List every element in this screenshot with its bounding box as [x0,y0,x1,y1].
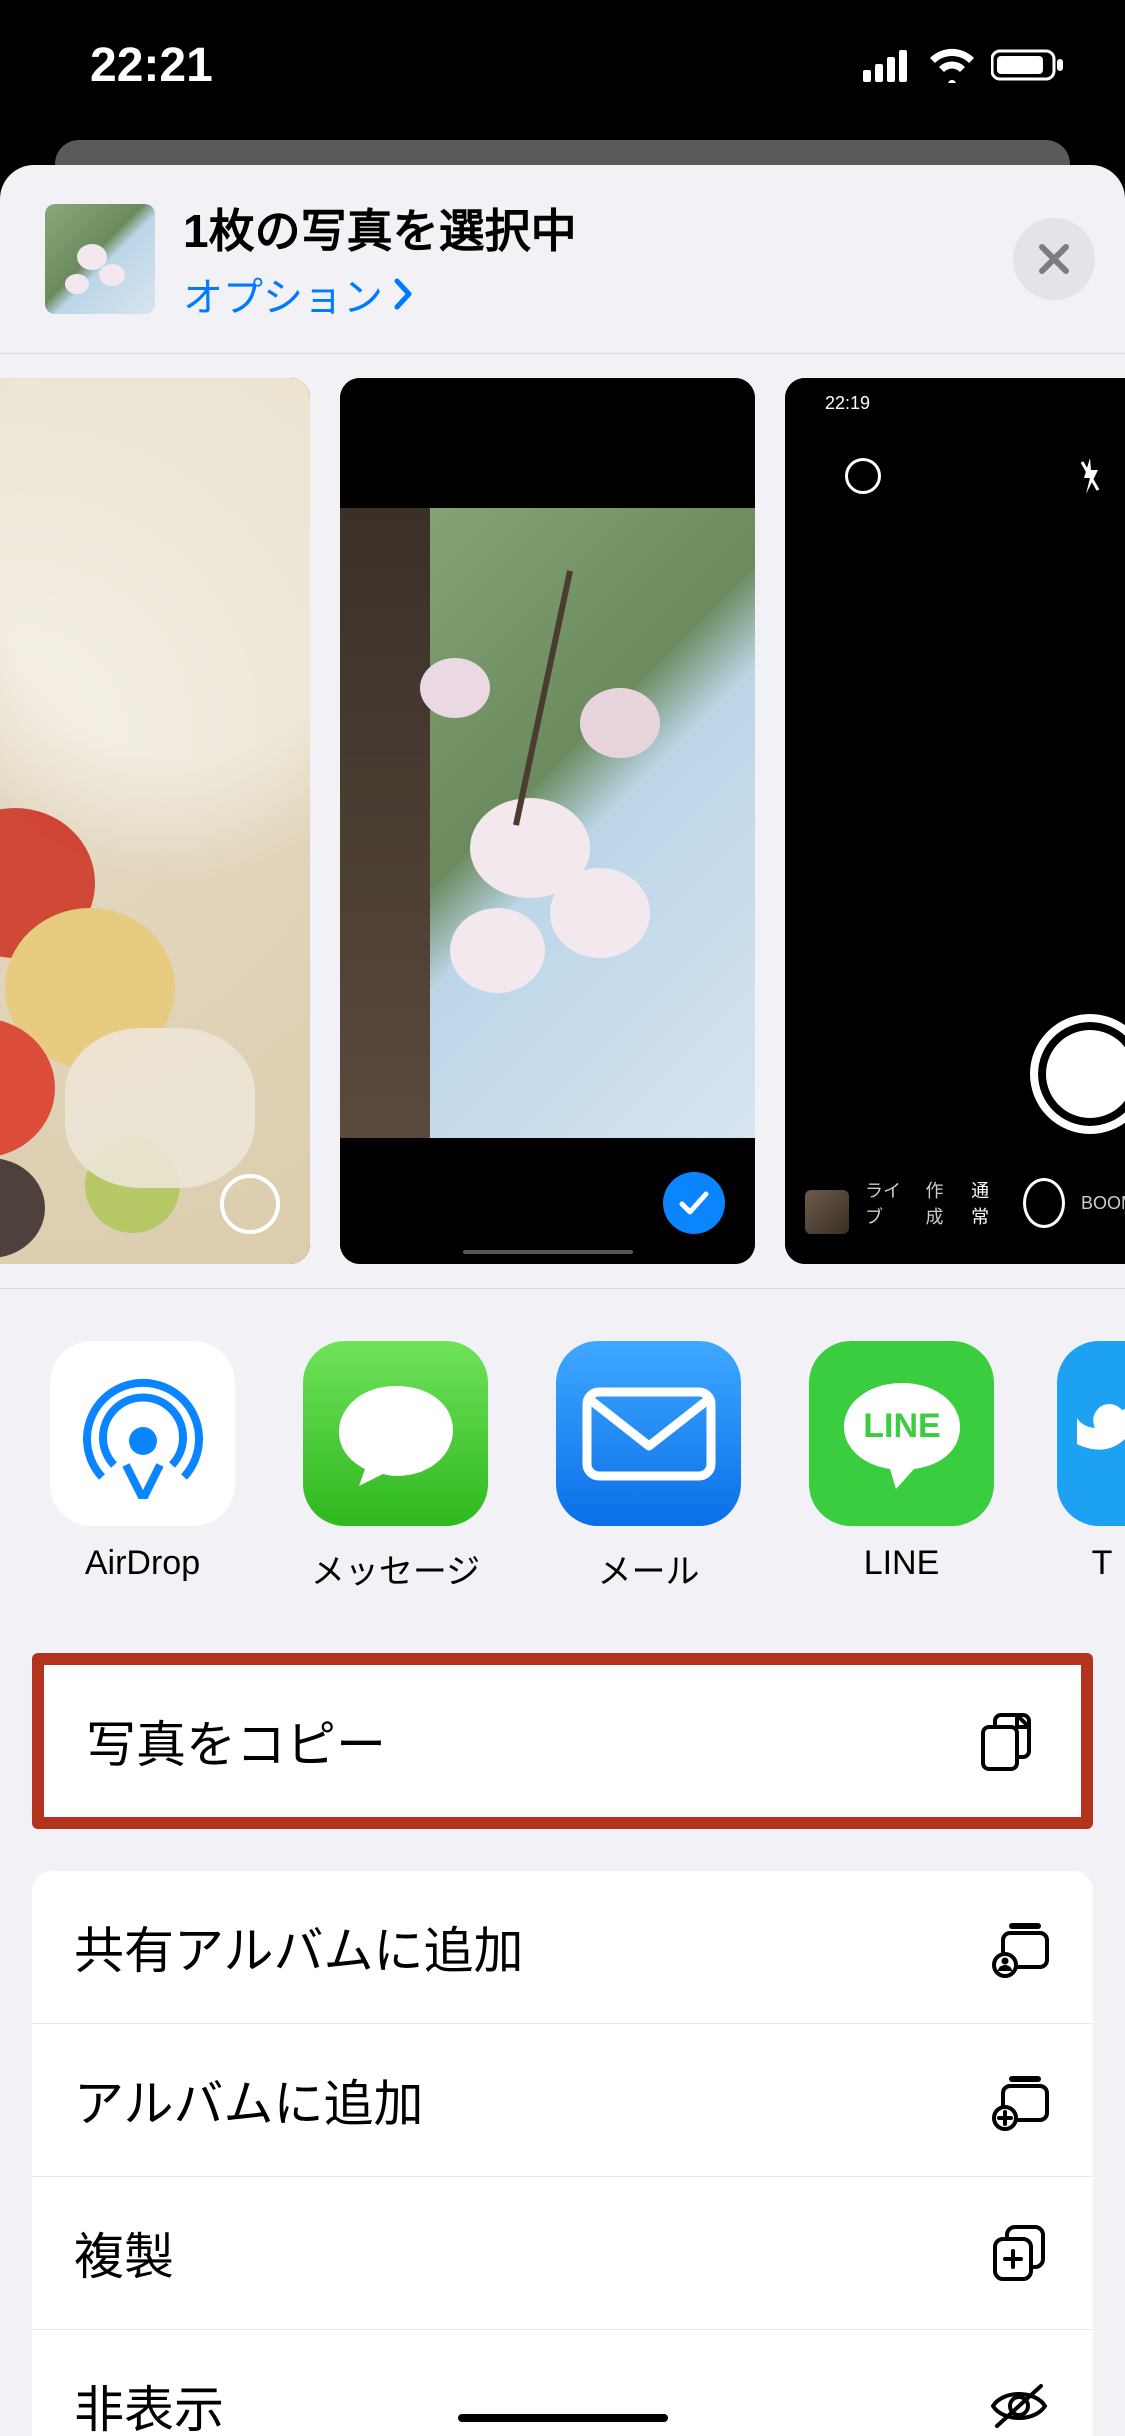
messages-icon [331,1374,461,1494]
copy-icon [975,1709,1039,1773]
action-label: 写真をコピー [86,1705,386,1777]
action-label: 共有アルバムに追加 [74,1911,524,1983]
action-label: アルバムに追加 [74,2064,424,2136]
action-add-album[interactable]: アルバムに追加 [32,2024,1093,2177]
album-add-icon [987,2068,1051,2132]
sheet-title: 1枚の写真を選択中 [183,195,1013,261]
photo-thumbnail-3[interactable]: 22:19 ライブ 作成 通常 BOOMERANG [785,378,1125,1264]
app-label: メッセージ [311,1544,480,1593]
selection-check-icon [663,1172,725,1234]
camera-gallery-icon [805,1190,849,1234]
app-label: AirDrop [85,1544,200,1583]
share-app-row[interactable]: AirDrop メッセージ メール LINE LINE [0,1289,1125,1633]
app-label: T [1092,1544,1113,1583]
gear-icon [845,458,881,494]
action-list: 共有アルバムに追加 アルバムに追加 複製 非表示 [32,1871,1093,2436]
app-line[interactable]: LINE LINE [804,1341,999,1593]
camera-preview-time: 22:19 [825,393,870,414]
close-button[interactable] [1013,218,1095,300]
app-messages[interactable]: メッセージ [298,1341,493,1593]
photo-strip[interactable]: 22:19 ライブ 作成 通常 BOOMERANG [0,354,1125,1289]
battery-icon [991,47,1065,83]
twitter-icon [1077,1374,1125,1494]
duplicate-icon [987,2221,1051,2285]
action-duplicate[interactable]: 複製 [32,2177,1093,2330]
status-bar: 22:21 [0,0,1125,130]
sheet-header: 1枚の写真を選択中 オプション [0,165,1125,354]
options-button[interactable]: オプション [183,265,1013,323]
photo-thumbnail-2[interactable] [340,378,755,1264]
svg-text:LINE: LINE [863,1407,940,1445]
status-time: 22:21 [90,38,213,93]
header-thumbnail [45,204,155,314]
action-label: 非表示 [74,2370,224,2436]
options-label: オプション [183,265,383,323]
close-icon [1034,239,1074,279]
action-add-shared-album[interactable]: 共有アルバムに追加 [32,1871,1093,2024]
app-mail[interactable]: メール [551,1341,746,1593]
share-sheet: 1枚の写真を選択中 オプション [0,165,1125,2436]
home-indicator[interactable] [458,2414,668,2422]
line-icon: LINE [832,1369,972,1499]
flash-off-icon [1080,456,1100,496]
cellular-icon [863,48,913,82]
chevron-right-icon [393,277,415,311]
shared-album-icon [987,1915,1051,1979]
app-twitter[interactable]: T [1057,1341,1125,1593]
app-label: LINE [864,1544,940,1583]
wifi-icon [927,47,977,83]
camera-mode-labels: ライブ 作成 通常 BOOMERANG [865,1177,1125,1229]
action-copy-photo[interactable]: 写真をコピー [44,1665,1081,1817]
selection-ring-icon [220,1174,280,1234]
photo-thumbnail-1[interactable] [0,378,310,1264]
airdrop-icon [78,1369,208,1499]
status-indicators [863,47,1065,83]
action-label: 複製 [74,2217,174,2289]
hide-icon [987,2374,1051,2436]
app-label: メール [598,1544,700,1593]
shutter-icon [1030,1014,1125,1134]
mail-icon [579,1384,719,1484]
app-airdrop[interactable]: AirDrop [45,1341,240,1593]
highlight-annotation: 写真をコピー [32,1653,1093,1829]
